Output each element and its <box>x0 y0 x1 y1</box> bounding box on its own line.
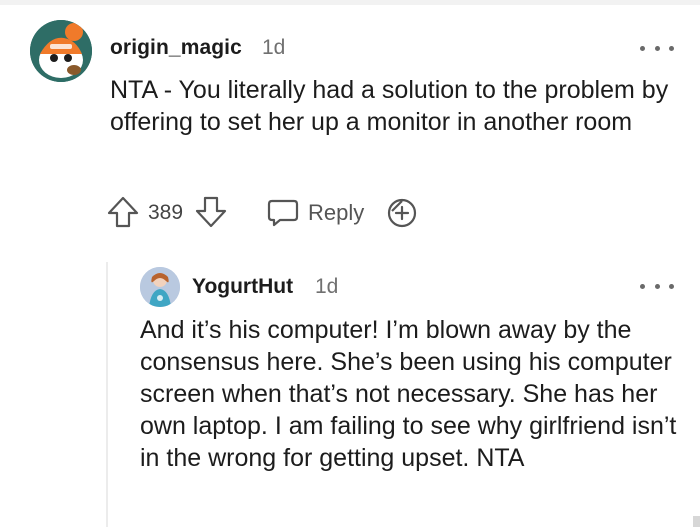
comment-username[interactable]: origin_magic <box>110 36 242 60</box>
user-avatar[interactable] <box>30 20 92 82</box>
comment-bubble-icon <box>267 199 299 227</box>
comment-body: And it’s his computer! I’m blown away by… <box>140 316 677 472</box>
more-options-icon[interactable] <box>640 43 674 53</box>
top-divider <box>0 0 700 5</box>
thread-line[interactable] <box>106 262 108 527</box>
reply-button[interactable]: Reply <box>266 195 366 229</box>
snoo-avatar-icon <box>30 20 92 82</box>
reply-label: Reply <box>308 200 365 225</box>
upvote-icon[interactable] <box>106 195 140 234</box>
comment-timestamp: 1d <box>315 275 339 298</box>
more-options-icon[interactable] <box>640 281 674 291</box>
snoo-avatar-icon <box>140 267 180 307</box>
comment-actions: 389 Reply <box>106 193 436 231</box>
vote-score: 389 <box>148 201 184 224</box>
comment-username[interactable]: YogurtHut <box>192 275 293 299</box>
comment-timestamp: 1d <box>262 36 286 59</box>
user-avatar[interactable] <box>140 267 180 307</box>
scrollbar-thumb[interactable] <box>693 516 700 527</box>
comment-body: NTA - You literally had a solution to th… <box>110 76 669 136</box>
downvote-icon[interactable] <box>194 195 228 234</box>
award-icon[interactable] <box>386 197 418 234</box>
